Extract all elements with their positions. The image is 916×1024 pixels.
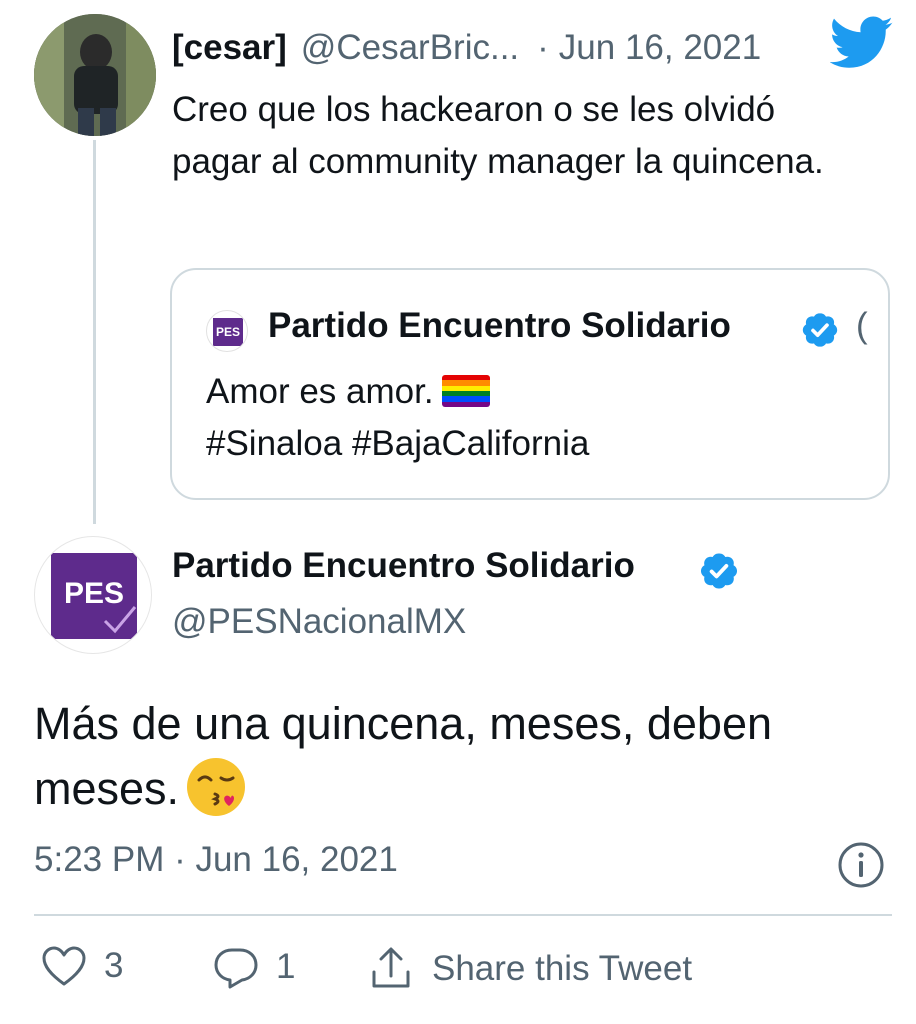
pes-logo: PES bbox=[51, 553, 137, 639]
reply-bubble-icon bbox=[212, 944, 260, 990]
tweet-timestamp[interactable]: 5:23 PM · Jun 16, 2021 bbox=[34, 840, 398, 880]
reply-count: 1 bbox=[276, 947, 296, 986]
separator-dot: · bbox=[537, 28, 549, 67]
share-label: Share this Tweet bbox=[432, 949, 693, 988]
twitter-bird-icon bbox=[829, 16, 894, 72]
divider bbox=[34, 914, 892, 916]
quoted-tweet-text: Amor es amor. #Sinaloa #BajaCalifornia bbox=[206, 366, 589, 470]
info-icon[interactable] bbox=[836, 840, 886, 890]
reply-author-name[interactable]: [cesar] bbox=[172, 28, 287, 68]
share-icon bbox=[366, 944, 416, 994]
quoted-author-avatar: PES bbox=[206, 310, 248, 352]
quoted-text-line1: Amor es amor. bbox=[206, 372, 434, 411]
heart-icon bbox=[40, 944, 88, 988]
reply-author-avatar[interactable] bbox=[34, 14, 156, 136]
quoted-avatar-logo: PES bbox=[213, 318, 243, 346]
main-author-handle[interactable]: @PESNacionalMX bbox=[172, 602, 466, 642]
reply-tweet-date[interactable]: Jun 16, 2021 bbox=[559, 28, 761, 68]
reply-button[interactable]: 1 bbox=[212, 944, 295, 990]
reply-tweet-text: Creo que los hackearon o se les olvidó p… bbox=[172, 90, 824, 181]
like-button[interactable]: 3 bbox=[40, 944, 123, 988]
quoted-hashtags[interactable]: #Sinaloa #BajaCalifornia bbox=[206, 418, 589, 470]
kissing-face-emoji bbox=[185, 756, 247, 818]
main-author-avatar[interactable]: PES bbox=[34, 536, 152, 654]
verified-badge-icon bbox=[698, 550, 740, 592]
quoted-author-name: Partido Encuentro Solidario bbox=[268, 306, 731, 345]
main-tweet-body: Más de una quincena, meses, deben meses. bbox=[34, 698, 772, 814]
reply-author-handle[interactable]: @CesarBric... bbox=[301, 28, 519, 68]
like-count: 3 bbox=[104, 946, 124, 985]
thread-line bbox=[93, 140, 96, 524]
main-tweet-text: Más de una quincena, meses, deben meses. bbox=[34, 692, 894, 821]
verified-badge-icon bbox=[800, 310, 840, 350]
main-author-name[interactable]: Partido Encuentro Solidario bbox=[172, 546, 635, 586]
quoted-header-overflow: ( bbox=[856, 306, 868, 345]
reply-tweet-header: [cesar] @CesarBric... · Jun 16, 2021 bbox=[172, 24, 761, 72]
rainbow-flag-emoji bbox=[441, 375, 490, 407]
share-button[interactable]: Share this Tweet bbox=[366, 944, 692, 994]
quoted-tweet-card[interactable]: PES Partido Encuentro Solidario ( Amor e… bbox=[170, 268, 890, 500]
